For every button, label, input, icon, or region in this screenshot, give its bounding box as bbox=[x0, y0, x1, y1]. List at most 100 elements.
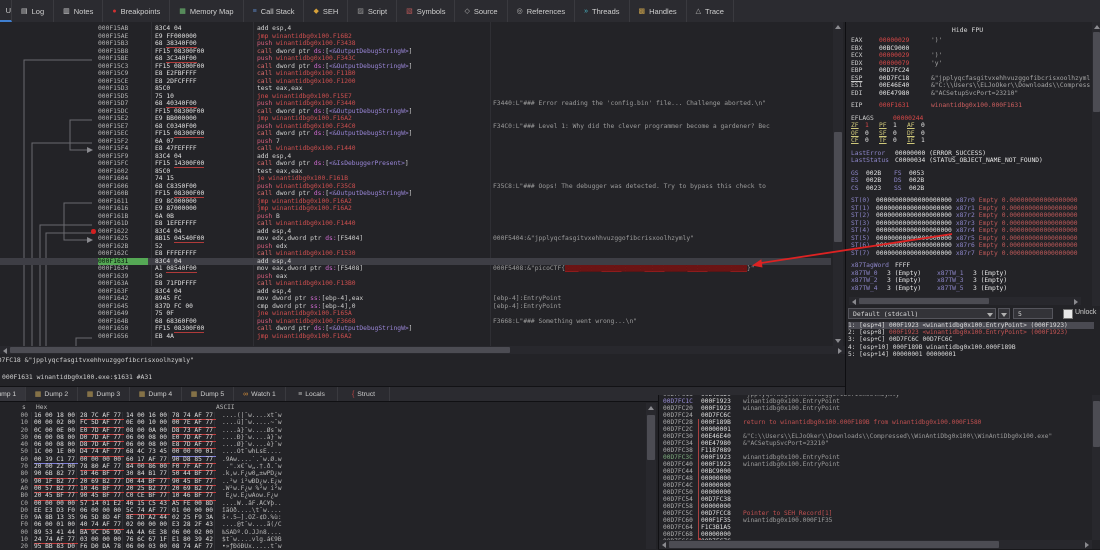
register-row[interactable]: ECX00000029')' bbox=[851, 52, 1090, 60]
stack-row[interactable]: 00D7FC4800000000 bbox=[659, 475, 1100, 482]
tab-watch-1[interactable]: ∞Watch 1 bbox=[234, 387, 286, 402]
tab-handles[interactable]: ▩Handles bbox=[630, 0, 687, 22]
disasm-row[interactable]: 000F160BFF15 08300F00call dword ptr ds:[… bbox=[0, 190, 831, 198]
hex-dump-row[interactable]: F006 00 01 0040 74 AF 7702 00 00 00E3 28… bbox=[0, 521, 644, 528]
disasm-row[interactable]: 000F15ECFF15 08300F00call dword ptr ds:[… bbox=[0, 130, 831, 138]
registers-vertical-scrollbar[interactable] bbox=[1092, 22, 1100, 306]
register-row[interactable]: LastError00000000 (ERROR_SUCCESS) bbox=[851, 150, 1090, 158]
register-row[interactable]: x87TagWordFFFF bbox=[851, 262, 1090, 270]
register-row[interactable]: ES002BDS002B bbox=[851, 177, 1090, 185]
register-row[interactable]: OF0SF0DF0 bbox=[851, 130, 1090, 138]
hex-dump-row[interactable]: 9090 1F B2 7720 69 B2 77D0 44 BF 7790 45… bbox=[0, 478, 644, 485]
disasm-row[interactable]: 000F15AEE9 FF000000jmp winantidbg0x100.F… bbox=[0, 33, 831, 41]
disasm-row[interactable]: 000F160285C0test eax,eax bbox=[0, 168, 831, 176]
hex-dump-row[interactable]: 3006 00 08 00D0 7D AF 7706 00 08 00E0 7D… bbox=[0, 434, 644, 441]
disasm-row[interactable]: 000F15F26A 07push 7 bbox=[0, 138, 831, 146]
tab-source[interactable]: ◇Source bbox=[455, 0, 507, 22]
register-row[interactable]: ST(1)00000000000000000000x87r1Empty0.000… bbox=[851, 205, 1090, 213]
stack-horizontal-scrollbar[interactable] bbox=[659, 540, 1092, 549]
tab-call-stack[interactable]: ≡Call Stack bbox=[244, 0, 305, 22]
register-row[interactable]: EBP00D7FC24 bbox=[851, 67, 1090, 75]
disasm-row[interactable]: 000F15E2E9 BB000000jmp winantidbg0x100.F… bbox=[0, 115, 831, 123]
disasm-row[interactable]: 000F160474 15je winantidbg0x100.F161B bbox=[0, 175, 831, 183]
register-row[interactable]: x87TW_23 (Empty)x87TW_33 (Empty) bbox=[851, 277, 1090, 285]
register-row[interactable]: EDX00000079'y' bbox=[851, 60, 1090, 68]
stack-vertical-scrollbar[interactable] bbox=[1092, 395, 1100, 540]
disasm-row[interactable]: 000F15D575 10jne winantidbg0x100.F15E7 bbox=[0, 93, 831, 101]
register-row[interactable]: ST(5)00000000000000000000x87r5Empty0.000… bbox=[851, 235, 1090, 243]
stack-row[interactable]: 00D7FC64F1C3B1A5 bbox=[659, 524, 1100, 531]
unlock-checkbox[interactable] bbox=[1063, 309, 1073, 319]
stack-row[interactable]: 00D7FC5000000000 bbox=[659, 489, 1100, 496]
register-row[interactable]: EAX00000029')' bbox=[851, 37, 1090, 45]
tab-symbols[interactable]: ▧Symbols bbox=[397, 0, 455, 22]
hex-dump-row[interactable]: C000 00 00 0057 14 01 E246 15 C5 43A5 FE… bbox=[0, 500, 644, 507]
disasm-row[interactable]: 000F15D768 40340F00push winantidbg0x100.… bbox=[0, 100, 831, 108]
tab-dump-4[interactable]: ▦Dump 4 bbox=[130, 387, 182, 402]
disasm-row[interactable]: 000F162283C4 04add esp,4 bbox=[0, 228, 831, 236]
register-row[interactable]: x87TW_43 (Empty)x87TW_53 (Empty) bbox=[851, 285, 1090, 293]
tab-log[interactable]: ▤Log bbox=[12, 0, 54, 22]
hex-dump-row[interactable]: 6000 39 C1 7700 00 00 0060 17 AF 7790 D8… bbox=[0, 456, 644, 463]
hex-dump-row[interactable]: A000 57 B2 7710 46 BF 7720 25 B2 7720 69… bbox=[0, 485, 644, 492]
disassembly-panel[interactable]: 000F15AB83C4 04add esp,4000F15AEE9 FF000… bbox=[0, 22, 845, 346]
disasm-row[interactable]: 000F15D385C0test eax,eax bbox=[0, 85, 831, 93]
disasm-row[interactable]: 000F1634A1 08540F00mov eax,dword ptr ds:… bbox=[0, 265, 831, 273]
hex-dump-row[interactable]: D0EE E3 D3 F006 00 00 005C 74 AF 7701 00… bbox=[0, 507, 644, 514]
disasm-row[interactable]: 000F163AE8 71FDFFFFcall winantidbg0x100.… bbox=[0, 280, 831, 288]
disasm-row[interactable]: 000F15C9E8 E2FBFFFFcall winantidbg0x100.… bbox=[0, 70, 831, 78]
register-row[interactable]: CS0023SS002B bbox=[851, 185, 1090, 193]
stack-row[interactable]: 00D7FC28000F189Breturn to winantidbg0x10… bbox=[659, 419, 1100, 426]
tab-trace[interactable]: △Trace bbox=[687, 0, 734, 22]
disasm-row[interactable]: 000F15F4E8 47FEFFFFcall winantidbg0x100.… bbox=[0, 145, 831, 153]
hex-dump-row[interactable]: 2095 BB 83 D0F6 D0 DA 7806 00 03 0008 74… bbox=[0, 543, 644, 550]
arg-row[interactable]: 4: [esp+10] 000F189B winantidbg0x100.000… bbox=[848, 344, 1094, 351]
tab-dump-3[interactable]: ▦Dump 3 bbox=[78, 387, 130, 402]
stack-row[interactable]: 00D7FC2400D7FC6C bbox=[659, 412, 1100, 419]
register-row[interactable]: CF0TF0IF1 bbox=[851, 137, 1090, 145]
stack-row[interactable]: 00D7FC3000E46E40&"C:\\Users\\ELJoOker\\D… bbox=[659, 433, 1100, 440]
register-row[interactable]: ESI00E46E40&"C:\\Users\\ELJoOker\\Downlo… bbox=[851, 82, 1090, 90]
calling-convention-select[interactable]: Default (stdcall) bbox=[848, 308, 996, 319]
disasm-row[interactable]: 000F160668 C8350F00push winantidbg0x100.… bbox=[0, 183, 831, 191]
disasm-row[interactable]: 000F15B8FF15 08300F00call dword ptr ds:[… bbox=[0, 48, 831, 56]
disasm-row[interactable]: 000F162B52push edx bbox=[0, 243, 831, 251]
stack-row[interactable]: 00D7FC5400D7FC38 bbox=[659, 496, 1100, 503]
tab-references[interactable]: ◎References bbox=[508, 0, 575, 22]
disasm-row[interactable]: 000F15CEE8 2DFCFFFFcall winantidbg0x100.… bbox=[0, 78, 831, 86]
arg-row[interactable]: 3: [esp+C] 00D7FC6C 00D7FC6C bbox=[848, 336, 1094, 343]
hex-dump-row[interactable]: 0016 00 18 0028 7C AF 7714 00 16 0078 74… bbox=[0, 412, 644, 419]
disasm-row[interactable]: 000F16258B15 04540F00mov edx,dword ptr d… bbox=[0, 235, 831, 243]
breakpoint-dot-icon[interactable] bbox=[91, 229, 96, 234]
hide-fpu-button[interactable]: Hide FPU bbox=[846, 26, 1089, 34]
disasm-row[interactable]: 000F164B68 68360F00push winantidbg0x100.… bbox=[0, 318, 831, 326]
disasm-row[interactable]: 000F1645837D FC 00cmp dword ptr ss:[ebp-… bbox=[0, 303, 831, 311]
register-row[interactable]: EBX00BC9000 bbox=[851, 45, 1090, 53]
tab-script[interactable]: ▨Script bbox=[348, 0, 397, 22]
register-row[interactable]: ST(2)00000000000000000000x87r2Empty0.000… bbox=[851, 212, 1090, 220]
register-row[interactable]: ZF1PF1AF0 bbox=[851, 122, 1090, 130]
arg-row[interactable]: 1: [esp+4] 000F1923 <winantidbg0x100.Ent… bbox=[848, 322, 1094, 329]
register-row[interactable]: ST(3)00000000000000000000x87r3Empty0.000… bbox=[851, 220, 1090, 228]
stack-row[interactable]: 00D7FC4400BC9000 bbox=[659, 468, 1100, 475]
tab-breakpoints[interactable]: ●Breakpoints bbox=[103, 0, 170, 22]
arg-row[interactable]: 2: [esp+8] 000F1923 <winantidbg0x100.Ent… bbox=[848, 329, 1094, 336]
tab-memory-map[interactable]: ▦Memory Map bbox=[170, 0, 243, 22]
stack-row[interactable]: 00D7FC2C00000001 bbox=[659, 426, 1100, 433]
register-row[interactable]: ST(0)00000000000000000000x87r0Empty0.000… bbox=[851, 197, 1090, 205]
convention-dropdown-button[interactable] bbox=[998, 308, 1010, 319]
tab-threads[interactable]: »Threads bbox=[575, 0, 629, 22]
disasm-row[interactable]: 000F15FCFF15 14300F00call dword ptr ds:[… bbox=[0, 160, 831, 168]
hex-dump-row[interactable]: 200C 00 0E 00E0 7D AF 7708 00 0A 00D8 73… bbox=[0, 427, 644, 434]
disasm-row[interactable]: 000F15C3FF15 08300F00call dword ptr ds:[… bbox=[0, 63, 831, 71]
disasm-row[interactable]: 000F1611E9 8C000000jmp winantidbg0x100.F… bbox=[0, 198, 831, 206]
register-row[interactable]: x87TW_03 (Empty)x87TW_13 (Empty) bbox=[851, 270, 1090, 278]
tab-locals[interactable]: ≡Locals bbox=[286, 387, 338, 402]
hex-dump-row[interactable]: 0089 53 41 44BA 9C D6 9D4A 4A 6E 3806 00… bbox=[0, 529, 644, 536]
disasm-row[interactable]: 000F163183C4 04add esp,4 bbox=[0, 258, 831, 266]
stack-row[interactable]: 00D7FC5C00D7FCC8Pointer to SEH_Record[1] bbox=[659, 510, 1100, 517]
stack-row[interactable]: 00D7FC40000F1923winantidbg0x100.EntryPoi… bbox=[659, 461, 1100, 468]
hex-dump-row[interactable]: E09A 8B 13 3596 5D 8D 4F8E 2D A2 4402 25… bbox=[0, 514, 644, 521]
disasm-horizontal-scrollbar[interactable] bbox=[0, 346, 845, 354]
tab-cpu-partial[interactable]: U bbox=[0, 0, 12, 22]
